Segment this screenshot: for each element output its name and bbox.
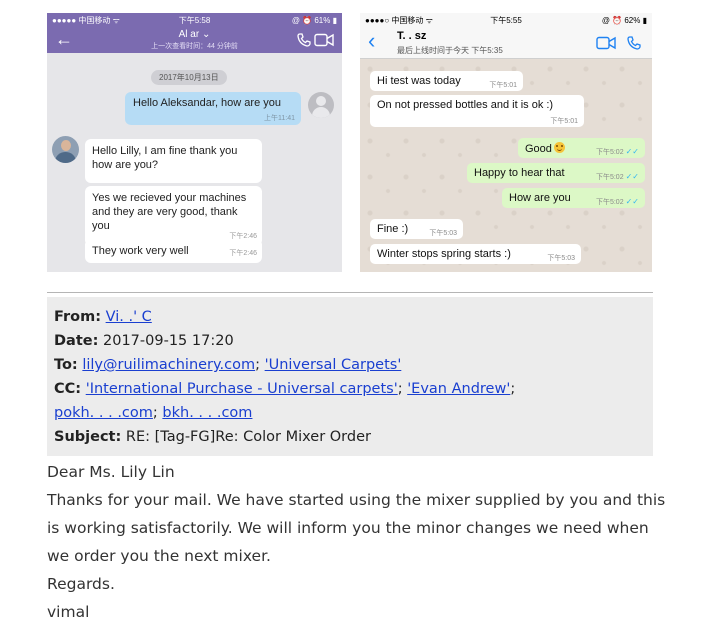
message-text: How are you (509, 192, 571, 204)
email-date-row: Date: 2017-09-15 17:20 (54, 329, 653, 353)
viber-status-bar: ●●●●● 中国移动 ᯤ 下午5:58 @ ⏰ 61% ▮ (47, 13, 342, 27)
message-text: Yes we recieved your machines and they a… (92, 192, 247, 232)
email-body-line: vimal (47, 603, 90, 621)
to-label: To: (54, 357, 78, 373)
email-body-line: is working satisfactorily. We will infor… (47, 519, 649, 537)
message-text: Winter stops spring starts :) (377, 248, 511, 260)
message-time-value: 下午5:02 (595, 174, 624, 181)
whatsapp-incoming-message: Fine :) 下午5:03 (370, 219, 463, 239)
whatsapp-last-seen: 最后上线时间于今天 下午5:35 (397, 46, 503, 55)
message-time: 下午5:01 (489, 82, 517, 89)
cc-link-bkh[interactable]: bkh. . . .com (162, 405, 252, 421)
message-text: Hello Lilly, I am fine thank you how are… (92, 145, 238, 171)
to-link-universal-carpets[interactable]: 'Universal Carpets' (265, 357, 402, 373)
message-text: Hi test was today (377, 75, 461, 87)
email-body-line: we order you the next mixer. (47, 547, 271, 565)
whatsapp-status-bar: ●●●●○ 中国移动 ᯤ 下午5:55 @ ⏰ 62% ▮ (360, 13, 652, 27)
message-time: 下午5:01 (550, 118, 578, 125)
back-chevron-icon[interactable]: ‹ (368, 30, 375, 52)
viber-status-battery: @ ⏰ 61% ▮ (291, 15, 337, 25)
message-time: 下午5:02 ✓✓ (596, 172, 639, 182)
whatsapp-outgoing-message: Happy to hear that 下午5:02 ✓✓ (467, 163, 645, 183)
viber-incoming-message: They work very well 下午2:46 (85, 239, 262, 263)
email-cc-row-continued: pokh. . . .com; bkh. . . .com (54, 405, 253, 421)
viber-date-badge: 2017年10月13日 (151, 70, 227, 85)
cc-link-international-purchase[interactable]: 'International Purchase - Universal carp… (86, 381, 398, 397)
whatsapp-incoming-message: On not pressed bottles and it is ok :) 下… (370, 95, 584, 127)
cc-link-pokh[interactable]: pokh. . . .com (54, 405, 153, 421)
message-time: 下午5:02 ✓✓ (596, 197, 639, 207)
phone-icon[interactable] (296, 32, 312, 53)
self-avatar (308, 92, 334, 118)
message-time: 下午5:02 ✓✓ (596, 147, 639, 157)
smile-emoji-icon (553, 142, 565, 153)
message-text-value: Good (525, 143, 552, 155)
whatsapp-contact-name[interactable]: T. . sz (397, 30, 426, 42)
viber-chat-screenshot: ●●●●● 中国移动 ᯤ 下午5:58 @ ⏰ 61% ▮ ← Al ar ⌄ … (47, 13, 342, 272)
message-time: 下午2:46 (229, 250, 257, 257)
whatsapp-incoming-message: Hi test was today 下午5:01 (370, 71, 523, 91)
cc-label: CC: (54, 381, 82, 397)
viber-incoming-message: Hello Lilly, I am fine thank you how are… (85, 139, 262, 183)
read-receipt-icon: ✓✓ (625, 197, 639, 206)
whatsapp-chat-screenshot: ●●●●○ 中国移动 ᯤ 下午5:55 @ ⏰ 62% ▮ ‹ T. . sz … (360, 13, 652, 272)
viber-status-carrier: ●●●●● 中国移动 ᯤ (52, 15, 120, 25)
message-text: On not pressed bottles and it is ok :) (377, 99, 554, 111)
whatsapp-status-time: 下午5:55 (490, 15, 522, 25)
whatsapp-outgoing-message: Good 下午5:02 ✓✓ (518, 138, 645, 158)
email-cc-row: CC: 'International Purchase - Universal … (54, 381, 516, 397)
from-link[interactable]: Vi. .' C (106, 309, 152, 325)
video-call-icon[interactable] (314, 33, 334, 52)
email-body-line: Regards. (47, 575, 115, 593)
whatsapp-outgoing-message: How are you 下午5:02 ✓✓ (502, 188, 645, 208)
section-divider (47, 292, 653, 293)
contact-avatar[interactable] (52, 136, 79, 163)
email-body-line: Dear Ms. Lily Lin (47, 463, 175, 481)
date-label: Date: (54, 333, 99, 349)
video-call-icon[interactable] (596, 36, 616, 55)
message-time: 下午5:03 (547, 255, 575, 262)
whatsapp-chat-header: ‹ T. . sz 最后上线时间于今天 下午5:35 (360, 27, 652, 59)
email-body-line: Thanks for your mail. We have started us… (47, 491, 666, 509)
viber-incoming-message: Yes we recieved your machines and they a… (85, 186, 262, 246)
to-link-email[interactable]: lily@ruilimachinery.com (82, 357, 255, 373)
viber-chat-header: ← Al ar ⌄ 上一次查看时间：44 分钟前 (47, 27, 342, 53)
email-from-row: From: Vi. .' C (54, 305, 653, 329)
message-text: Fine :) (377, 223, 409, 235)
read-receipt-icon: ✓✓ (625, 147, 639, 156)
subject-label: Subject: (54, 429, 122, 445)
cc-link-evan-andrew[interactable]: 'Evan Andrew' (407, 381, 510, 397)
phone-icon[interactable] (626, 35, 642, 56)
message-text: Good (525, 142, 565, 155)
message-text: Hello Aleksandar, how are you (133, 97, 281, 109)
email-subject-row: Subject: RE: [Tag-FG]Re: Color Mixer Ord… (54, 425, 653, 449)
email-body: Dear Ms. Lily Lin Thanks for your mail. … (47, 458, 667, 626)
read-receipt-icon: ✓✓ (625, 172, 639, 181)
date-value: 2017-09-15 17:20 (103, 333, 234, 349)
email-header-block: From: Vi. .' C Date: 2017-09-15 17:20 To… (47, 297, 653, 456)
from-label: From: (54, 309, 101, 325)
message-time: 下午5:03 (429, 230, 457, 237)
email-to-row: To: lily@ruilimachinery.com; 'Universal … (54, 357, 402, 373)
message-time-value: 下午5:02 (595, 199, 624, 206)
message-text: Happy to hear that (474, 167, 565, 179)
subject-value: RE: [Tag-FG]Re: Color Mixer Order (125, 429, 371, 445)
whatsapp-incoming-message: Winter stops spring starts :) 下午5:03 (370, 244, 581, 264)
viber-outgoing-message: Hello Aleksandar, how are you 上午11:41 (125, 92, 301, 125)
message-time: 上午11:41 (264, 115, 295, 122)
message-time-value: 下午5:02 (595, 149, 624, 156)
